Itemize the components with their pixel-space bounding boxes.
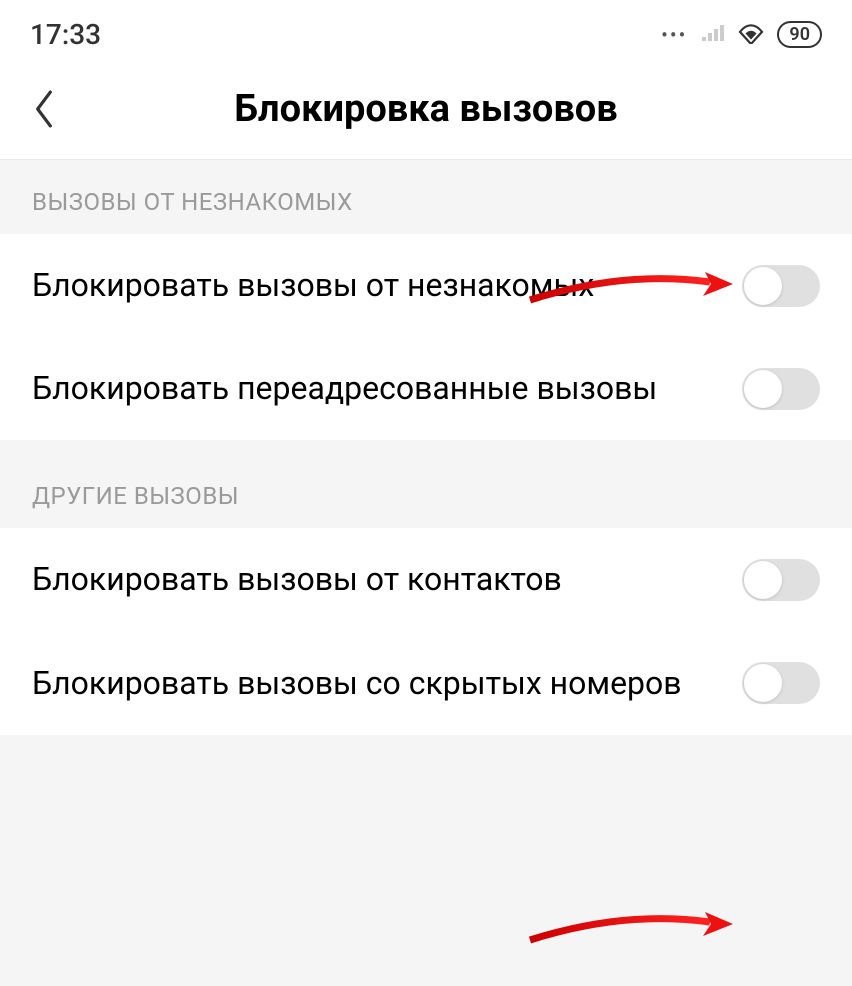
toggle-knob [744,267,782,305]
section-gap [0,440,852,454]
toggle-knob [744,370,782,408]
status-time: 17:33 [30,18,101,51]
page-title: Блокировка вызовов [68,87,784,131]
setting-block-forwarded[interactable]: Блокировать переадресованные вызовы [0,337,852,440]
setting-block-contacts[interactable]: Блокировать вызовы от контактов [0,528,852,631]
setting-label: Блокировать переадресованные вызовы [32,367,742,410]
toggle-block-hidden[interactable] [742,662,820,704]
status-icons: ••• 90 [661,21,822,48]
status-bar: 17:33 ••• 90 [0,0,852,63]
section-header-other: ДРУГИЕ ВЫЗОВЫ [0,454,852,528]
toggle-block-forwarded[interactable] [742,368,820,410]
toggle-block-unknown[interactable] [742,265,820,307]
setting-block-unknown[interactable]: Блокировать вызовы от незнакомых [0,234,852,337]
more-dots-icon: ••• [661,23,687,47]
battery-icon: 90 [777,21,822,48]
signal-icon [699,23,725,47]
setting-label: Блокировать вызовы от контактов [32,558,742,601]
setting-label: Блокировать вызовы от незнакомых [32,264,742,307]
settings-list-other: Блокировать вызовы от контактов Блокиров… [0,528,852,734]
back-button[interactable] [20,90,68,128]
toggle-knob [744,561,782,599]
toggle-block-contacts[interactable] [742,559,820,601]
setting-label: Блокировать вызовы со скрытых номеров [32,662,742,705]
setting-block-hidden[interactable]: Блокировать вызовы со скрытых номеров [0,632,852,735]
header: Блокировка вызовов [0,63,852,160]
arrow-annotation-icon [525,900,745,954]
wifi-icon [737,22,765,48]
toggle-knob [744,664,782,702]
settings-list-unknown: Блокировать вызовы от незнакомых Блокиро… [0,234,852,440]
section-header-unknown: ВЫЗОВЫ ОТ НЕЗНАКОМЫХ [0,160,852,234]
